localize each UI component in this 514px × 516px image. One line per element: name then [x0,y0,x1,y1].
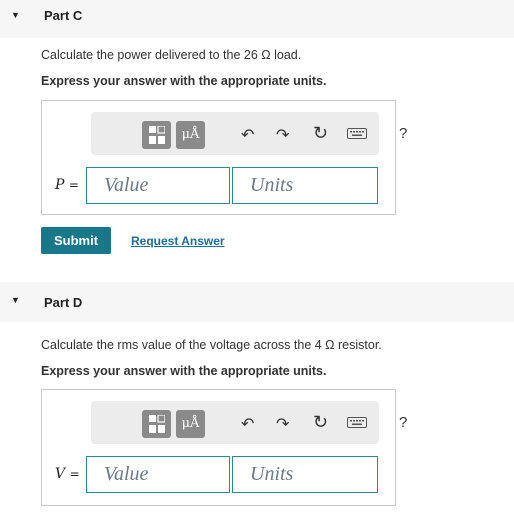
variable-symbol: P [55,177,65,193]
templates-button[interactable] [142,121,171,149]
collapse-triangle-icon[interactable]: ▼ [11,10,20,20]
answer-box: μÅ ↶ ↷ ↻ ? V = Value Units [41,389,407,506]
value-input[interactable]: Value [86,167,230,204]
instruction-text: Express your answer with the appropriate… [41,364,327,378]
units-input[interactable]: Units [232,167,378,204]
help-icon[interactable]: ? [399,414,407,431]
part-title: Part D [44,295,83,310]
units-input[interactable]: Units [232,456,378,493]
math-toolbar: μÅ ↶ ↷ ↻ ? [91,401,407,444]
equals-sign: = [69,467,80,481]
answer-box: μÅ ↶ ↷ ↻ ? P = Value Units [41,100,407,215]
question-text: Calculate the power delivered to the 26 … [41,48,302,62]
value-input[interactable]: Value [86,456,230,493]
request-answer-link[interactable]: Request Answer [131,234,225,248]
math-toolbar: μÅ ↶ ↷ ↻ ? [91,112,407,155]
question-text: Calculate the rms value of the voltage a… [41,338,382,352]
redo-icon[interactable]: ↷ [276,414,289,434]
units-button[interactable]: μÅ [176,121,205,149]
redo-icon[interactable]: ↷ [276,125,289,145]
keyboard-icon[interactable] [347,417,367,428]
units-button[interactable]: μÅ [176,410,205,438]
variable-label: V = [55,466,80,482]
value-placeholder: Value [104,463,149,485]
submit-button[interactable]: Submit [41,227,111,254]
undo-icon[interactable]: ↶ [241,125,254,145]
part-c-header[interactable]: ▼ Part C [0,0,514,38]
undo-icon[interactable]: ↶ [241,414,254,434]
units-icon: μÅ [181,127,200,142]
templates-icon [149,415,165,433]
units-placeholder: Units [250,174,294,196]
instruction-text: Express your answer with the appropriate… [41,74,327,88]
keyboard-icon[interactable] [347,128,367,139]
units-placeholder: Units [250,463,294,485]
templates-icon [149,126,165,144]
variable-symbol: V [55,466,66,482]
units-icon: μÅ [181,416,200,431]
help-icon[interactable]: ? [399,125,407,142]
reset-icon[interactable]: ↻ [313,412,328,433]
templates-button[interactable] [142,410,171,438]
part-title: Part C [44,8,83,23]
value-placeholder: Value [104,174,149,196]
equals-sign: = [68,178,79,192]
reset-icon[interactable]: ↻ [313,123,328,144]
part-d-header[interactable]: ▼ Part D [0,282,514,322]
collapse-triangle-icon[interactable]: ▼ [11,295,20,305]
variable-label: P = [55,177,79,193]
